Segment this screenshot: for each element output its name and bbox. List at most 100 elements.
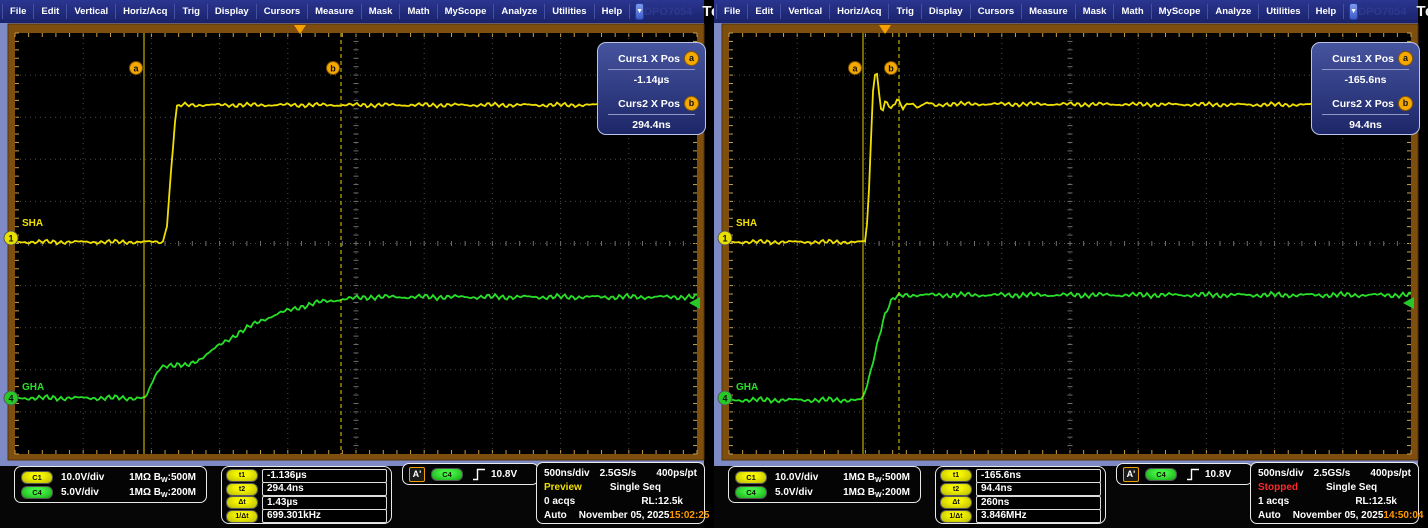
menu-item-utilities[interactable]: Utilities	[545, 4, 594, 19]
menu-item-edit[interactable]: Edit	[34, 4, 67, 19]
acq-mode: Single Seq	[1326, 482, 1377, 493]
menu-item-myscope[interactable]: MyScope	[1152, 4, 1209, 19]
channel-row[interactable]: C110.0V/div1MΩ BW:500M	[735, 470, 914, 485]
menu-item-measure[interactable]: Measure	[308, 4, 362, 19]
date-readout: November 05, 2025	[579, 510, 670, 521]
menu-item-horiz-acq[interactable]: Horiz/Acq	[830, 4, 889, 19]
time-readout: 15:02:25	[669, 510, 709, 521]
ch1-trace-label: SHA	[736, 218, 757, 229]
menu-item-mask[interactable]: Mask	[1076, 4, 1115, 19]
menu-item-math[interactable]: Math	[1114, 4, 1151, 19]
measurement-row: 1/Δt699.301kHz	[226, 510, 387, 523]
channel-rows: C110.0V/div1MΩ BW:500MC45.0V/div1MΩ BW:2…	[21, 470, 200, 500]
menu-item-utilities[interactable]: Utilities	[1259, 4, 1308, 19]
menu-item-measure[interactable]: Measure	[1022, 4, 1076, 19]
measurement-badge: Δt	[940, 496, 972, 509]
menu-item-help[interactable]: Help	[1309, 4, 1345, 19]
acq-status: Preview	[544, 482, 582, 493]
svg-text:1: 1	[8, 234, 13, 244]
measurement-badge: t1	[940, 469, 972, 482]
measurement-row: t1-1.136µs	[226, 469, 387, 482]
measurement-badge: 1/Δt	[940, 510, 972, 523]
menu-item-file[interactable]: File	[2, 4, 34, 19]
tek-logo: Tek	[1416, 3, 1428, 20]
menu-item-trig[interactable]: Trig	[175, 4, 207, 19]
menu-item-edit[interactable]: Edit	[748, 4, 781, 19]
horizontal-acquisition-box[interactable]: 500ns/div 2.5GS/s 400ps/pt Stopped Singl…	[1250, 462, 1419, 524]
menu-item-horiz-acq[interactable]: Horiz/Acq	[116, 4, 175, 19]
horizontal-acquisition-box[interactable]: 500ns/div 2.5GS/s 400ps/pt Preview Singl…	[536, 462, 705, 524]
curs2-label: Curs2 X Pos	[1332, 98, 1394, 110]
menu-item-vertical[interactable]: Vertical	[67, 4, 116, 19]
sample-rate-value: 2.5GS/s	[1314, 468, 1351, 479]
cursor-b-marker: b	[327, 62, 340, 75]
menu-item-help[interactable]: Help	[595, 4, 631, 19]
channel-settings-box[interactable]: C110.0V/div1MΩ BW:500MC45.0V/div1MΩ BW:2…	[728, 466, 921, 503]
svg-text:4: 4	[8, 394, 13, 404]
ch1-trace-label: SHA	[22, 218, 43, 229]
menu-item-cursors[interactable]: Cursors	[257, 4, 308, 19]
menu-dropdown-button[interactable]: ▼	[635, 3, 644, 20]
ch1-position-marker: 1	[4, 231, 18, 245]
trigger-mode: Auto	[544, 510, 567, 521]
date-readout: November 05, 2025	[1293, 510, 1384, 521]
menu-item-myscope[interactable]: MyScope	[438, 4, 495, 19]
svg-text:b: b	[330, 64, 336, 74]
acq-count: 0 acqs	[544, 496, 575, 507]
measurement-badge: t2	[940, 483, 972, 496]
cursor-measurement-box[interactable]: t1-1.136µst2294.4nsΔt1.43µs1/Δt699.301kH…	[221, 466, 392, 524]
menu-item-math[interactable]: Math	[400, 4, 437, 19]
rising-edge-icon	[472, 468, 486, 481]
menu-item-mask[interactable]: Mask	[362, 4, 401, 19]
trigger-source-label: A'	[1123, 467, 1139, 482]
measurement-row: t2 94.4ns	[940, 483, 1101, 496]
channel-scale: 10.0V/div	[775, 472, 818, 483]
curs2-value: 294.4ns	[598, 119, 705, 134]
menu-item-display[interactable]: Display	[922, 4, 971, 19]
channel-row[interactable]: C45.0V/div1MΩ BW:200M	[21, 485, 200, 500]
trigger-mode: Auto	[1258, 510, 1281, 521]
acq-count: 1 acqs	[1258, 496, 1289, 507]
channel-settings-box[interactable]: C110.0V/div1MΩ BW:500MC45.0V/div1MΩ BW:2…	[14, 466, 207, 503]
cursor-a-badge: a	[684, 51, 699, 66]
menu-item-analyze[interactable]: Analyze	[1208, 4, 1259, 19]
svg-text:1: 1	[722, 234, 727, 244]
cursor-a-badge: a	[1398, 51, 1413, 66]
curs1-label: Curs1 X Pos	[1332, 53, 1394, 65]
measurement-row: t1-165.6ns	[940, 469, 1101, 482]
cursor-readout-panel[interactable]: Curs1 X Posa -1.14µs Curs2 X Posb 294.4n…	[597, 42, 706, 135]
dual-scope-screenshot: { "window": { "menu_items": ["File","Edi…	[0, 0, 1428, 528]
channel-impedance-bw: 1MΩ BW:500M	[129, 472, 196, 484]
cursor-measurement-box[interactable]: t1-165.6nst294.4nsΔt260ns1/Δt3.846MHz	[935, 466, 1106, 524]
channel-rows: C110.0V/div1MΩ BW:500MC45.0V/div1MΩ BW:2…	[735, 470, 914, 500]
channel-row[interactable]: C110.0V/div1MΩ BW:500M	[21, 470, 200, 485]
menu-dropdown-button[interactable]: ▼	[1349, 3, 1358, 20]
measurement-badge: Δt	[226, 496, 258, 509]
trigger-channel-badge: C4	[431, 468, 463, 481]
channel-badge: C1	[21, 471, 53, 484]
measurement-badge: t1	[226, 469, 258, 482]
channel-row[interactable]: C45.0V/div1MΩ BW:200M	[735, 485, 914, 500]
measurement-row: t2294.4ns	[226, 483, 387, 496]
trigger-settings-box[interactable]: A' C4 10.8V	[402, 463, 539, 485]
trigger-source-label: A'	[409, 467, 425, 482]
record-length: RL:12.5k	[1355, 496, 1397, 507]
cursor-readout-panel[interactable]: Curs1 X Posa -165.6ns Curs2 X Posb 94.4n…	[1311, 42, 1420, 135]
svg-text:b: b	[888, 64, 894, 74]
menu-bar-items: FileEditVerticalHoriz/AcqTrigDisplayCurs…	[714, 4, 1344, 19]
cursor-a-marker: a	[130, 62, 143, 75]
trigger-channel-badge: C4	[1145, 468, 1177, 481]
measurement-row: 1/Δt3.846MHz	[940, 510, 1101, 523]
readout-rows: t1-1.136µst2294.4nsΔt1.43µs1/Δt699.301kH…	[226, 469, 387, 523]
trigger-settings-box[interactable]: A' C4 10.8V	[1116, 463, 1253, 485]
menu-item-display[interactable]: Display	[208, 4, 257, 19]
measurement-row: Δt1.43µs	[226, 496, 387, 509]
menu-item-vertical[interactable]: Vertical	[781, 4, 830, 19]
menu-item-cursors[interactable]: Cursors	[971, 4, 1022, 19]
measurement-value: 94.4ns	[976, 482, 1101, 496]
menu-item-analyze[interactable]: Analyze	[494, 4, 545, 19]
cursor-b-badge: b	[1398, 96, 1413, 111]
menu-item-trig[interactable]: Trig	[889, 4, 921, 19]
menu-item-file[interactable]: File	[716, 4, 748, 19]
trigger-level-value: 10.8V	[491, 469, 517, 480]
